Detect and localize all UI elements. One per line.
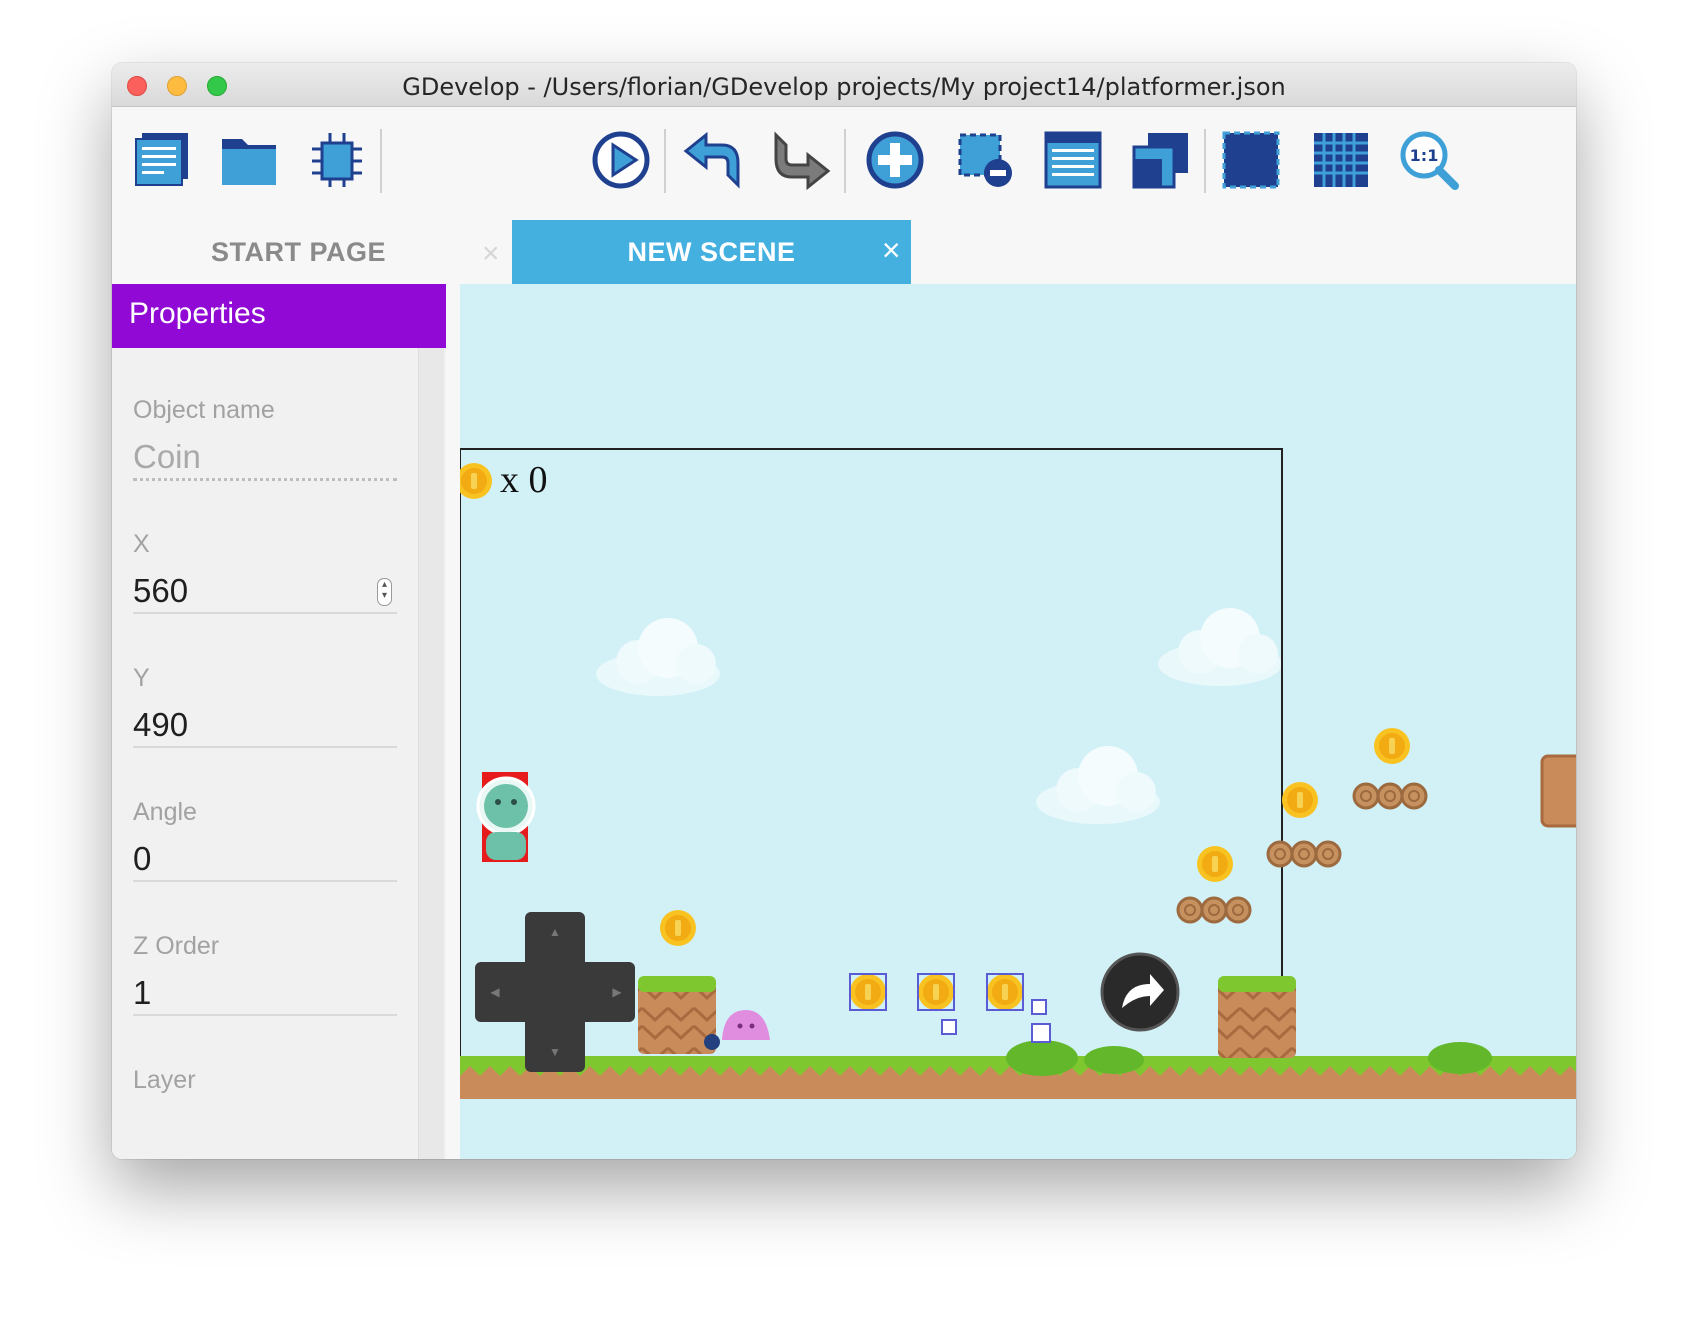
log-platform [1266, 840, 1342, 868]
object-list-icon[interactable] [1042, 129, 1104, 191]
bush [1428, 1042, 1492, 1074]
jump-button [1100, 952, 1180, 1032]
svg-text:1:1: 1:1 [1410, 146, 1439, 165]
scene-tabs: START PAGE × NEW SCENE × [112, 220, 1576, 284]
coin [660, 910, 696, 946]
y-label: Y [133, 664, 150, 692]
events-icon[interactable] [306, 129, 368, 191]
scene-editor-canvas[interactable]: x 0 ▲ ▼ ◀ ▶ [460, 284, 1576, 1159]
log-platform [1352, 782, 1428, 810]
grass-block [1218, 976, 1296, 1058]
hud-coin-icon [460, 463, 492, 499]
object-name-field: Coin [133, 438, 201, 475]
tab-new-scene-label: NEW SCENE [627, 236, 796, 267]
y-field[interactable]: 490 [133, 706, 395, 744]
x-stepper[interactable]: ▴ ▾ [377, 578, 392, 606]
selected-coin [986, 973, 1024, 1011]
open-icon[interactable] [218, 129, 280, 191]
selected-coin [849, 973, 887, 1011]
tab-new-scene[interactable]: NEW SCENE × [512, 220, 911, 284]
redo-icon[interactable] [770, 129, 832, 191]
x-label: X [133, 530, 150, 558]
app-window: GDevelop - /Users/florian/GDevelop proje… [112, 63, 1576, 1159]
selected-coin [917, 973, 955, 1011]
coin [1197, 846, 1233, 882]
resize-handle[interactable] [941, 1019, 957, 1035]
svg-text:◀: ◀ [490, 985, 500, 999]
field-underline [133, 1014, 397, 1016]
crate [1540, 754, 1576, 828]
resize-handle[interactable] [1031, 999, 1047, 1015]
cloud [1036, 746, 1160, 824]
zoom-reset-icon[interactable]: 1:1 [1398, 129, 1460, 191]
rotate-handle[interactable] [1031, 1023, 1051, 1043]
z-order-label: Z Order [133, 932, 220, 960]
grid-icon[interactable] [1310, 129, 1372, 191]
dpad-control: ▲ ▼ ◀ ▶ [475, 912, 635, 1072]
field-underline [133, 612, 397, 614]
scrollbar-track[interactable] [418, 348, 743, 1159]
bush [1084, 1046, 1144, 1074]
player-sprite [476, 772, 536, 862]
toolbar-separator [664, 129, 666, 193]
bush [1006, 1040, 1078, 1076]
angle-label: Angle [133, 798, 197, 826]
toolbar: 1:1 [112, 107, 1576, 215]
tab-start-page[interactable]: START PAGE [112, 220, 485, 284]
layers-icon[interactable] [1130, 129, 1192, 191]
field-underline [133, 746, 397, 748]
window-title: GDevelop - /Users/florian/GDevelop proje… [402, 73, 1286, 101]
x-field[interactable]: 560 [133, 572, 395, 610]
coin [1374, 728, 1410, 764]
toolbar-separator [380, 129, 382, 193]
preview-icon[interactable] [590, 129, 652, 191]
svg-text:▶: ▶ [612, 985, 622, 999]
angle-field[interactable]: 0 [133, 840, 395, 878]
field-underline [133, 880, 397, 882]
window-mask-icon[interactable] [1220, 129, 1282, 191]
properties-body: Object name Coin X 560 ▴ ▾ Y 490 Angle 0 … [112, 348, 743, 1159]
toolbar-separator [844, 129, 846, 193]
add-object-icon[interactable] [864, 129, 926, 191]
coin [1282, 782, 1318, 818]
coin-counter: x 0 [500, 459, 548, 501]
svg-text:▲: ▲ [549, 925, 561, 939]
undo-icon[interactable] [682, 129, 744, 191]
delete-selection-icon[interactable] [954, 129, 1016, 191]
cloud [596, 618, 720, 696]
object-name-label: Object name [133, 396, 275, 424]
z-order-field[interactable]: 1 [133, 974, 395, 1012]
cloud [1158, 608, 1282, 686]
layer-label: Layer [133, 1066, 196, 1094]
close-icon[interactable]: × [482, 237, 500, 271]
toolbar-separator [1204, 129, 1206, 193]
close-icon[interactable]: × [882, 232, 901, 269]
properties-title: Properties [112, 284, 446, 348]
scene-view: x 0 ▲ ▼ ◀ ▶ [460, 448, 1576, 1099]
project-manager-icon[interactable] [130, 129, 192, 191]
field-underline [133, 478, 397, 481]
title-bar: GDevelop - /Users/florian/GDevelop proje… [112, 63, 1576, 107]
svg-text:▼: ▼ [549, 1045, 561, 1059]
log-platform [1176, 896, 1252, 924]
properties-panel: Properties Object name Coin X 560 ▴ ▾ Y 4… [112, 284, 743, 1159]
